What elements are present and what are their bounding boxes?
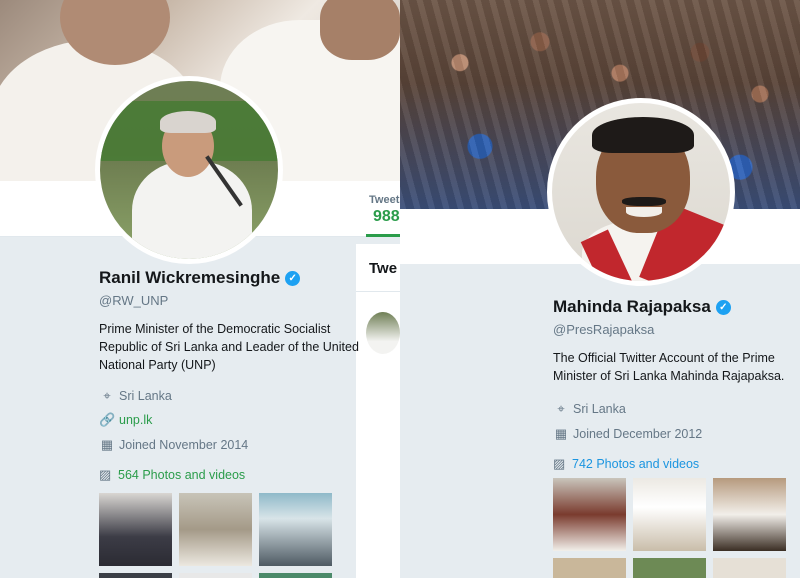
profile-bio: The Official Twitter Account of the Prim…: [553, 351, 785, 383]
link-icon: 🔗: [99, 412, 116, 427]
left-timeline: Twe: [356, 244, 400, 578]
image-icon: ▨: [553, 456, 566, 471]
media-thumbnail[interactable]: [179, 573, 252, 578]
media-thumbnail[interactable]: [179, 493, 252, 566]
media-thumbnail[interactable]: [633, 558, 706, 578]
location-pin-icon: ⌖: [557, 401, 565, 416]
right-profile-info: Mahinda Rajapaksa ✓ @PresRajapaksa The O…: [553, 297, 793, 472]
profile-location: ⌖ Sri Lanka: [553, 401, 793, 417]
media-thumbnail[interactable]: [553, 478, 626, 551]
media-thumbnail[interactable]: [713, 558, 786, 578]
split-screenshot: Tweets 988 Twe Ranil Wickremesinghe ✓ @R…: [0, 0, 800, 578]
image-icon: ▨: [99, 467, 112, 482]
photos-videos-label[interactable]: 564 Photos and videos: [118, 468, 245, 482]
right-avatar[interactable]: [547, 98, 735, 286]
photos-videos-link[interactable]: ▨ 564 Photos and videos: [99, 467, 359, 483]
media-thumbnail[interactable]: [259, 573, 332, 578]
photos-videos-label[interactable]: 742 Photos and videos: [572, 457, 699, 471]
profile-name-text[interactable]: Mahinda Rajapaksa: [553, 297, 711, 317]
profile-joined: ▦ Joined December 2012: [553, 426, 793, 442]
photos-videos-link[interactable]: ▨ 742 Photos and videos: [553, 456, 793, 472]
media-thumbnail[interactable]: [259, 493, 332, 566]
profile-bio: Prime Minister of the Democratic Sociali…: [99, 322, 359, 372]
profile-handle[interactable]: @RW_UNP: [99, 293, 359, 308]
media-thumbnail[interactable]: [713, 478, 786, 551]
verified-badge-icon: ✓: [715, 299, 731, 315]
media-thumbnail[interactable]: [633, 478, 706, 551]
location-pin-icon: ⌖: [103, 388, 111, 403]
left-profile-info: Ranil Wickremesinghe ✓ @RW_UNP Prime Min…: [99, 268, 359, 483]
profile-website[interactable]: 🔗 unp.lk: [99, 412, 359, 428]
profile-website-link[interactable]: unp.lk: [119, 413, 152, 427]
profile-location-text: Sri Lanka: [119, 389, 172, 403]
calendar-icon: ▦: [100, 437, 114, 452]
tweet-avatar[interactable]: [366, 312, 400, 354]
divider: [356, 291, 400, 292]
right-profile-page: Mahinda Rajapaksa ✓ @PresRajapaksa The O…: [400, 0, 800, 578]
tab-tweets-count: 988: [373, 208, 400, 225]
tab-tweets-label: Tweets: [369, 194, 400, 206]
profile-name: Ranil Wickremesinghe ✓: [99, 268, 359, 288]
left-avatar[interactable]: [95, 76, 283, 264]
calendar-icon: ▦: [554, 426, 568, 441]
profile-name-text[interactable]: Ranil Wickremesinghe: [99, 268, 280, 288]
media-thumbnail[interactable]: [99, 493, 172, 566]
left-profile-page: Tweets 988 Twe Ranil Wickremesinghe ✓ @R…: [0, 0, 400, 578]
media-thumbnail[interactable]: [553, 558, 626, 578]
profile-location-text: Sri Lanka: [573, 402, 626, 416]
profile-joined: ▦ Joined November 2014: [99, 437, 359, 453]
profile-name: Mahinda Rajapaksa ✓: [553, 297, 793, 317]
profile-handle[interactable]: @PresRajapaksa: [553, 322, 793, 337]
timeline-header: Twe: [369, 260, 398, 277]
profile-joined-text: Joined December 2012: [573, 427, 703, 441]
verified-badge-icon: ✓: [285, 270, 301, 286]
profile-location: ⌖ Sri Lanka: [99, 388, 359, 404]
profile-joined-text: Joined November 2014: [119, 438, 249, 452]
tab-tweets[interactable]: Tweets 988: [366, 191, 400, 237]
media-thumbnail[interactable]: [99, 573, 172, 578]
